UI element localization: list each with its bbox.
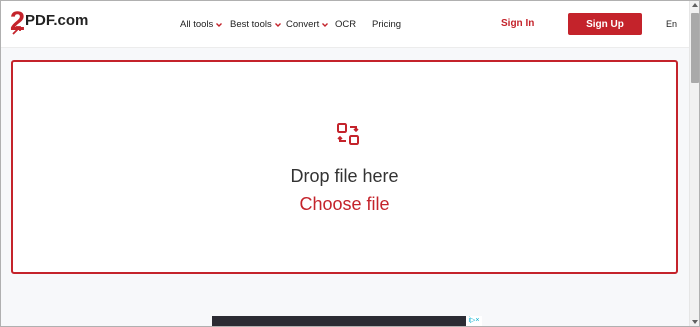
scroll-thumb[interactable] <box>691 13 699 83</box>
file-drop-zone[interactable]: Drop file here Choose file <box>11 60 678 274</box>
site-header: 2 PDF.com All tools Best tools Convert O… <box>1 1 689 48</box>
scroll-down-arrow-icon[interactable] <box>692 320 698 324</box>
ad-banner[interactable]: i▷× <box>212 316 482 326</box>
logo[interactable]: 2 PDF.com <box>10 8 89 35</box>
chevron-down-icon <box>322 22 329 27</box>
logo-arrow-icon <box>12 26 21 35</box>
nav-label: All tools <box>180 19 214 30</box>
nav-label: Best tools <box>230 19 272 30</box>
nav-label: OCR <box>335 19 357 30</box>
scroll-up-arrow-icon[interactable] <box>692 3 698 7</box>
nav-convert[interactable]: Convert <box>286 19 329 30</box>
nav-pricing[interactable]: Pricing <box>372 19 401 30</box>
chevron-down-icon <box>216 22 223 27</box>
sign-up-button[interactable]: Sign Up <box>568 13 642 35</box>
vertical-scrollbar[interactable] <box>689 1 699 326</box>
sign-in-link[interactable]: Sign In <box>501 18 534 29</box>
nav-best-tools[interactable]: Best tools <box>230 19 282 30</box>
logo-text: PDF.com <box>25 12 89 29</box>
drop-file-prompt: Drop file here <box>290 166 399 186</box>
browser-viewport: 2 PDF.com All tools Best tools Convert O… <box>0 0 700 327</box>
choose-file-link[interactable]: Choose file <box>13 194 676 215</box>
language-selector[interactable]: En <box>666 19 677 29</box>
nav-ocr[interactable]: OCR <box>335 19 356 30</box>
nav-label: Pricing <box>372 19 402 30</box>
chevron-down-icon <box>274 22 281 27</box>
ad-choices-badge[interactable]: i▷× <box>466 316 482 326</box>
nav-label: Convert <box>286 19 320 30</box>
convert-arrows-icon <box>337 123 359 145</box>
nav-all-tools[interactable]: All tools <box>180 19 223 30</box>
